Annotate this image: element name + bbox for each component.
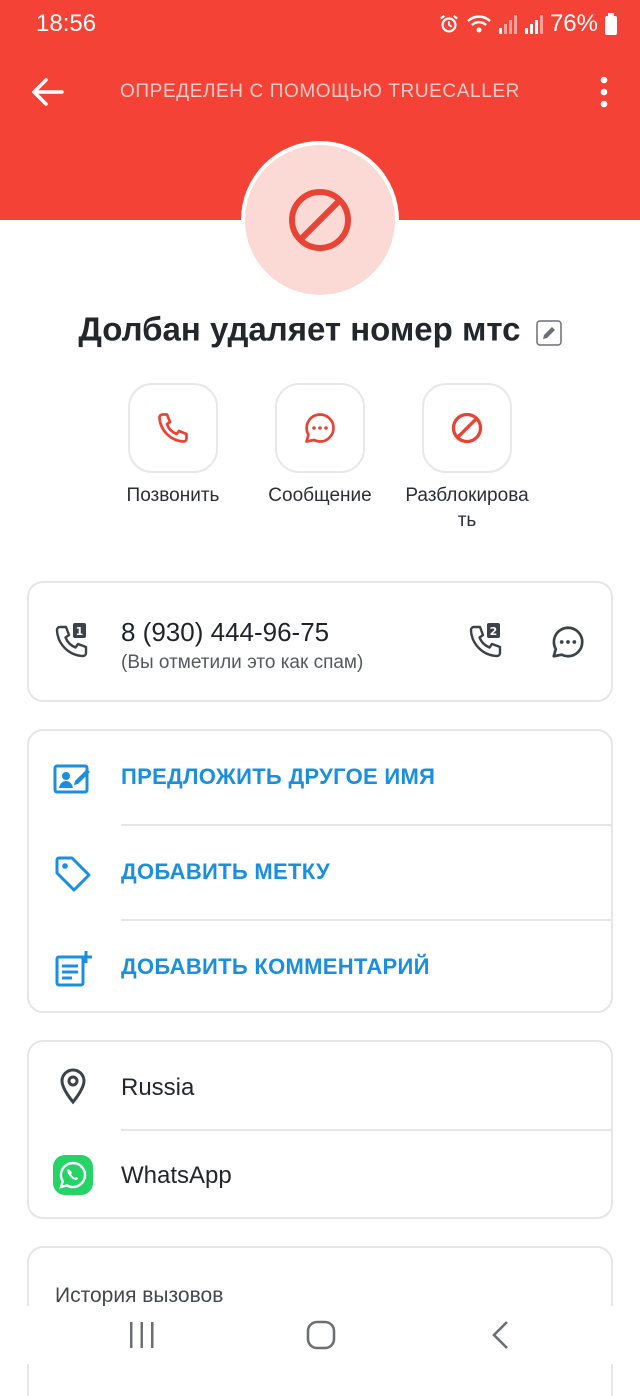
contact-name: Долбан удаляет номер мтс bbox=[0, 308, 640, 348]
divider bbox=[121, 1129, 611, 1131]
home-icon bbox=[306, 1320, 336, 1350]
phone-icon bbox=[158, 413, 188, 443]
more-options-button[interactable] bbox=[592, 74, 616, 110]
whatsapp-label[interactable]: WhatsApp bbox=[121, 1162, 232, 1190]
block-icon bbox=[289, 189, 351, 251]
info-card: Russia WhatsApp bbox=[27, 1040, 613, 1219]
message-button[interactable] bbox=[275, 383, 365, 473]
add-comment-row[interactable]: ДОБАВИТЬ КОММЕНТАРИЙ bbox=[29, 921, 611, 1015]
sim1-phone-icon: 1 bbox=[55, 623, 88, 658]
more-vertical-icon bbox=[600, 76, 608, 108]
signal-icon bbox=[498, 13, 518, 35]
chevron-left-icon bbox=[492, 1321, 508, 1349]
recent-apps-button[interactable] bbox=[128, 1320, 156, 1355]
system-nav-bar bbox=[0, 1306, 640, 1364]
unblock-label: Разблокирова ть bbox=[405, 485, 529, 531]
sim2-badge: 2 bbox=[490, 625, 498, 638]
app-bar: ОПРЕДЕЛЕН С ПОМОЩЬЮ TRUECALLER bbox=[0, 60, 640, 122]
sim1-call-button[interactable]: 1 bbox=[53, 621, 93, 666]
sim2-call-button[interactable]: 2 bbox=[467, 621, 507, 666]
signal-icon bbox=[524, 13, 544, 35]
block-icon bbox=[451, 412, 483, 444]
battery-icon bbox=[604, 12, 618, 36]
message-icon bbox=[305, 413, 335, 443]
alarm-icon bbox=[438, 13, 460, 35]
unblock-action[interactable]: Разблокирова ть bbox=[377, 383, 557, 533]
tag-icon bbox=[53, 854, 93, 894]
suggest-name-icon bbox=[53, 759, 93, 799]
status-time: 18:56 bbox=[36, 10, 97, 37]
sim1-badge: 1 bbox=[76, 625, 84, 638]
app-title: ОПРЕДЕЛЕН С ПОМОЩЬЮ TRUECALLER bbox=[120, 81, 520, 102]
call-history-title: История вызовов bbox=[55, 1284, 224, 1307]
status-bar: 18:56 76% bbox=[0, 0, 640, 50]
add-comment-icon bbox=[53, 949, 93, 989]
actions-card: ПРЕДЛОЖИТЬ ДРУГОЕ ИМЯ ДОБАВИТЬ МЕТКУ ДОБ… bbox=[27, 729, 613, 1013]
add-tag-row[interactable]: ДОБАВИТЬ МЕТКУ bbox=[29, 826, 611, 920]
recent-apps-icon bbox=[130, 1322, 154, 1348]
back-nav-button[interactable] bbox=[490, 1320, 512, 1355]
contact-name-text: Долбан удаляет номер мтс bbox=[78, 310, 521, 348]
phone-card: 1 8 (930) 444-96-75 (Вы отметили это как… bbox=[27, 581, 613, 702]
whatsapp-icon[interactable] bbox=[53, 1155, 93, 1195]
status-icons: 76% bbox=[438, 10, 618, 38]
sms-button[interactable] bbox=[549, 623, 587, 666]
location-icon bbox=[53, 1066, 93, 1106]
battery-text: 76% bbox=[549, 10, 598, 37]
phone-number[interactable]: 8 (930) 444-96-75 bbox=[121, 617, 329, 648]
message-icon bbox=[552, 626, 584, 658]
unblock-button[interactable] bbox=[422, 383, 512, 473]
add-tag-label: ДОБАВИТЬ МЕТКУ bbox=[121, 859, 331, 884]
add-comment-label: ДОБАВИТЬ КОММЕНТАРИЙ bbox=[121, 954, 430, 979]
call-button[interactable] bbox=[128, 383, 218, 473]
edit-icon[interactable] bbox=[535, 316, 562, 347]
suggest-name-label: ПРЕДЛОЖИТЬ ДРУГОЕ ИМЯ bbox=[121, 764, 436, 789]
spam-note: (Вы отметили это как спам) bbox=[121, 652, 364, 673]
suggest-name-row[interactable]: ПРЕДЛОЖИТЬ ДРУГОЕ ИМЯ bbox=[29, 731, 611, 825]
country-label: Russia bbox=[121, 1074, 195, 1101]
wifi-icon bbox=[466, 13, 492, 35]
avatar bbox=[245, 145, 395, 295]
home-button[interactable] bbox=[306, 1320, 336, 1355]
sim2-phone-icon: 2 bbox=[469, 623, 502, 658]
